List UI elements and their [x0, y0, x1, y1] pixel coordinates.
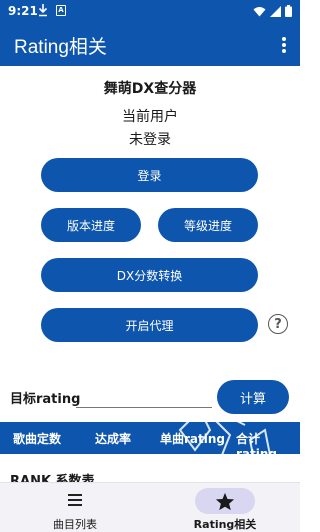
calculate-button[interactable]: 计算 — [217, 380, 289, 414]
help-circle-icon[interactable]: ? — [268, 314, 288, 334]
nav-item-song-list-label: 曲目列表 — [53, 518, 97, 531]
target-rating-input[interactable] — [76, 382, 212, 408]
nav-item-rating[interactable]: Rating相关 — [150, 483, 300, 532]
status-time: 9:21 — [8, 4, 38, 18]
column-header-single-rating: 单曲rating — [160, 432, 225, 446]
current-user-label: 当前用户 — [122, 109, 178, 125]
app-bar: Rating相关 — [0, 22, 300, 66]
target-rating-label: 目标rating — [10, 392, 81, 407]
star-icon — [215, 492, 235, 511]
download-icon — [38, 3, 48, 20]
app-notification-icon: A — [56, 5, 66, 16]
current-user-value: 未登录 — [129, 132, 171, 148]
app-heading: 舞萌DX查分器 — [103, 81, 197, 97]
status-bar: 9:21 A — [0, 0, 300, 22]
battery-icon — [285, 5, 292, 17]
more-vert-icon[interactable] — [274, 34, 294, 56]
column-header-achievement: 达成率 — [95, 432, 132, 446]
version-progress-button[interactable]: 版本进度 — [41, 208, 141, 242]
wifi-icon — [253, 6, 266, 16]
dx-score-convert-button[interactable]: DX分数转换 — [41, 258, 258, 292]
rating-table-header: 歌曲定数 达成率 单曲rating 合计rating — [0, 422, 300, 461]
nav-item-song-list[interactable]: 曲目列表 — [0, 483, 150, 532]
page-title: Rating相关 — [14, 37, 107, 58]
rank-table-title: RANK 系数表 — [10, 474, 95, 482]
status-icons — [253, 5, 292, 17]
list-icon — [68, 494, 82, 506]
signal-icon — [270, 5, 281, 17]
column-header-total-rating: 合计rating — [236, 432, 277, 461]
login-button[interactable]: 登录 — [41, 158, 258, 192]
nav-item-rating-label: Rating相关 — [193, 518, 257, 531]
main-content: 舞萌DX查分器 当前用户 未登录 登录 版本进度 等级进度 DX分数转换 开启代… — [0, 66, 300, 482]
level-progress-button[interactable]: 等级进度 — [158, 208, 258, 242]
enable-proxy-button[interactable]: 开启代理 — [41, 308, 258, 342]
column-header-song-constant: 歌曲定数 — [13, 432, 62, 446]
bottom-navigation: 曲目列表 Rating相关 — [0, 482, 300, 532]
